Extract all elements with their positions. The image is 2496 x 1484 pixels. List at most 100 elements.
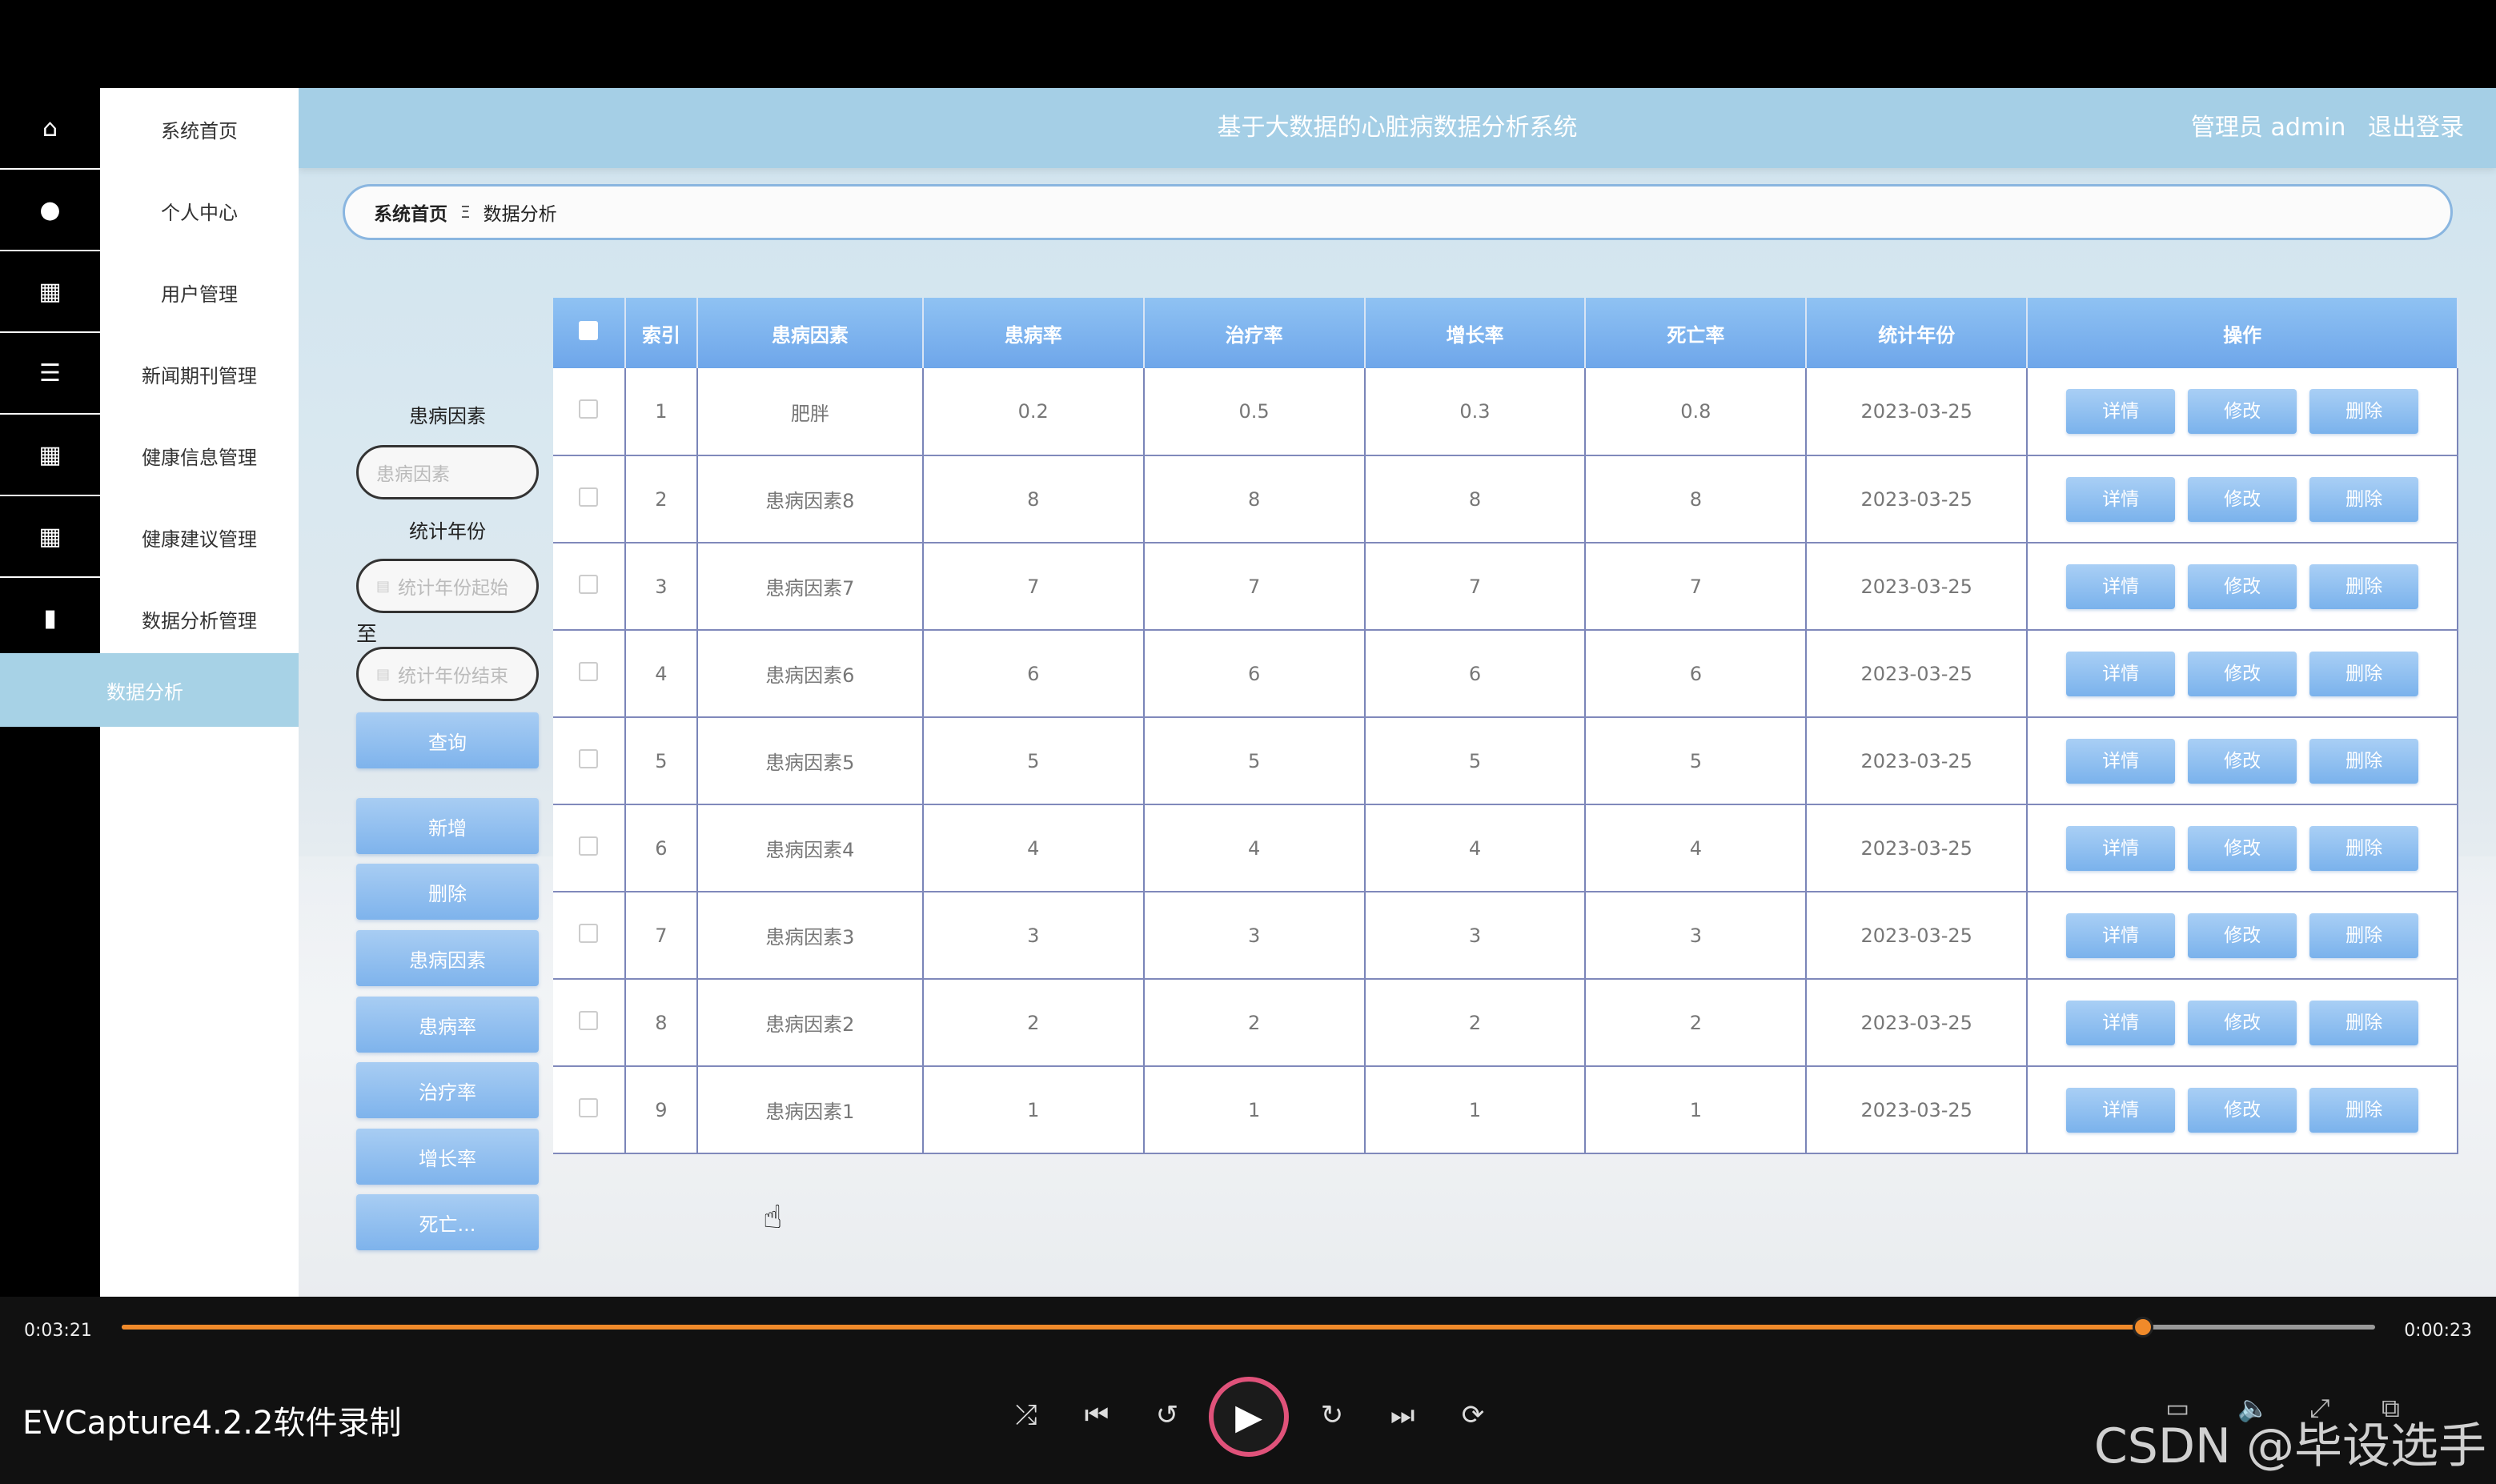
table-cell: 2 <box>922 979 1145 1067</box>
detail-button[interactable]: 详情 <box>2066 564 2176 609</box>
previous-icon[interactable]: ⏮ <box>1073 1391 1121 1439</box>
detail-button[interactable]: 详情 <box>2066 1087 2176 1133</box>
table-cell: 8 <box>922 455 1145 543</box>
table-cell: 患病因素8 <box>696 455 924 543</box>
table-cell: 3 <box>1585 892 1808 980</box>
year-end-input[interactable]: ▤ 统计年份结束 <box>356 647 539 701</box>
factor-input[interactable]: 患病因素 <box>356 445 539 499</box>
detail-button[interactable]: 详情 <box>2066 912 2176 958</box>
query-button[interactable]: 查询 <box>356 712 539 768</box>
row-actions: 详情 修改 删除 <box>2027 543 2458 631</box>
action-button[interactable]: 删除 <box>356 864 539 920</box>
table-cell: 2023-03-25 <box>1806 717 2029 805</box>
detail-button[interactable]: 详情 <box>2066 825 2176 871</box>
row-checkbox[interactable] <box>553 630 626 718</box>
detail-button[interactable]: 详情 <box>2066 476 2176 522</box>
action-button[interactable]: 患病率 <box>356 997 539 1053</box>
row-checkbox[interactable] <box>553 804 626 892</box>
table-cell: 2023-03-25 <box>1806 455 2029 543</box>
table-cell: 6 <box>624 804 698 892</box>
edit-button[interactable]: 修改 <box>2188 1000 2297 1045</box>
table-cell: 3 <box>1143 892 1366 980</box>
grid-icon[interactable]: ▦ <box>0 415 100 496</box>
row-checkbox[interactable] <box>553 979 626 1067</box>
delete-button[interactable]: 删除 <box>2309 912 2419 958</box>
edit-button[interactable]: 修改 <box>2188 651 2297 696</box>
edit-button[interactable]: 修改 <box>2188 912 2297 958</box>
user-icon[interactable]: ● <box>0 170 100 251</box>
factor-label: 患病因素 <box>409 405 486 427</box>
action-button[interactable]: 治疗率 <box>356 1062 539 1118</box>
video-player-bar: 0:03:21 0:00:23 EVCapture4.2.2软件录制 ⤮ ⏮ ↺… <box>0 1297 2496 1484</box>
forward-30-icon[interactable]: ↻ <box>1308 1391 1356 1439</box>
grid-icon[interactable]: ▦ <box>0 251 100 333</box>
system-title: 基于大数据的心脏病数据分析系统 <box>1217 114 1578 142</box>
select-all-checkbox[interactable] <box>553 298 626 368</box>
home-icon[interactable]: ⌂ <box>0 88 100 170</box>
row-checkbox[interactable] <box>553 892 626 980</box>
delete-button[interactable]: 删除 <box>2309 651 2419 696</box>
table-cell: 3 <box>624 543 698 631</box>
grid-icon[interactable]: ▦ <box>0 496 100 578</box>
action-button[interactable]: 死亡... <box>356 1194 539 1250</box>
edit-button[interactable]: 修改 <box>2188 825 2297 871</box>
sidebar-item[interactable]: 新闻期刊管理 <box>100 333 299 415</box>
seek-bar-knob[interactable] <box>2133 1317 2154 1338</box>
delete-button[interactable]: 删除 <box>2309 389 2419 434</box>
table-cell: 2023-03-25 <box>1806 892 2029 980</box>
table-cell: 6 <box>1143 630 1366 718</box>
delete-button[interactable]: 删除 <box>2309 1087 2419 1133</box>
row-checkbox[interactable] <box>553 543 626 631</box>
action-button[interactable]: 新增 <box>356 798 539 854</box>
sidebar-item[interactable]: 数据分析管理 <box>100 578 299 660</box>
repeat-icon[interactable]: ⟳ <box>1449 1391 1497 1439</box>
action-button[interactable]: 患病因素 <box>356 930 539 986</box>
table-cell: 0.2 <box>922 368 1145 456</box>
delete-button[interactable]: 删除 <box>2309 825 2419 871</box>
table-cell: 2 <box>1585 979 1808 1067</box>
row-checkbox[interactable] <box>553 1066 626 1154</box>
year-start-input[interactable]: ▤ 统计年份起始 <box>356 559 539 613</box>
table-cell: 患病因素7 <box>696 543 924 631</box>
play-button[interactable]: ▶ <box>1209 1377 1289 1457</box>
sidebar-item[interactable]: 健康建议管理 <box>100 496 299 578</box>
sidebar-item[interactable]: 健康信息管理 <box>100 415 299 496</box>
delete-button[interactable]: 删除 <box>2309 1000 2419 1045</box>
edit-button[interactable]: 修改 <box>2188 1087 2297 1133</box>
logout-link[interactable]: 退出登录 <box>2368 114 2464 142</box>
detail-button[interactable]: 详情 <box>2066 651 2176 696</box>
sidebar-item[interactable]: 系统首页 <box>100 88 299 170</box>
book-icon[interactable]: ▮ <box>0 578 100 660</box>
column-header: 索引 <box>624 298 698 368</box>
sidebar-item[interactable]: 个人中心 <box>100 170 299 251</box>
delete-button[interactable]: 删除 <box>2309 564 2419 609</box>
rewind-10-icon[interactable]: ↺ <box>1143 1391 1191 1439</box>
delete-button[interactable]: 删除 <box>2309 738 2419 784</box>
watermark: CSDN @毕设选手 <box>2093 1418 2486 1474</box>
row-checkbox[interactable] <box>553 368 626 456</box>
sidebar-subitem-data-analysis[interactable]: 数据分析 <box>0 653 299 727</box>
edit-button[interactable]: 修改 <box>2188 476 2297 522</box>
breadcrumb-home[interactable]: 系统首页 <box>374 199 447 226</box>
next-icon[interactable]: ⏭ <box>1378 1391 1427 1439</box>
detail-button[interactable]: 详情 <box>2066 1000 2176 1045</box>
sidebar-item[interactable]: 用户管理 <box>100 251 299 333</box>
seek-bar[interactable] <box>122 1317 2375 1338</box>
table-cell: 2023-03-25 <box>1806 630 2029 718</box>
row-checkbox[interactable] <box>553 717 626 805</box>
delete-button[interactable]: 删除 <box>2309 476 2419 522</box>
row-checkbox[interactable] <box>553 455 626 543</box>
calendar-icon: ▤ <box>376 577 391 595</box>
checkbox-icon <box>579 923 599 943</box>
table-cell: 8 <box>1364 455 1587 543</box>
detail-button[interactable]: 详情 <box>2066 738 2176 784</box>
detail-button[interactable]: 详情 <box>2066 389 2176 434</box>
table-cell: 3 <box>922 892 1145 980</box>
edit-button[interactable]: 修改 <box>2188 738 2297 784</box>
edit-button[interactable]: 修改 <box>2188 389 2297 434</box>
shuffle-icon[interactable]: ⤮ <box>1002 1391 1050 1439</box>
list-icon[interactable]: ☰ <box>0 333 100 415</box>
edit-button[interactable]: 修改 <box>2188 564 2297 609</box>
table-cell: 5 <box>1143 717 1366 805</box>
action-button[interactable]: 增长率 <box>356 1129 539 1185</box>
